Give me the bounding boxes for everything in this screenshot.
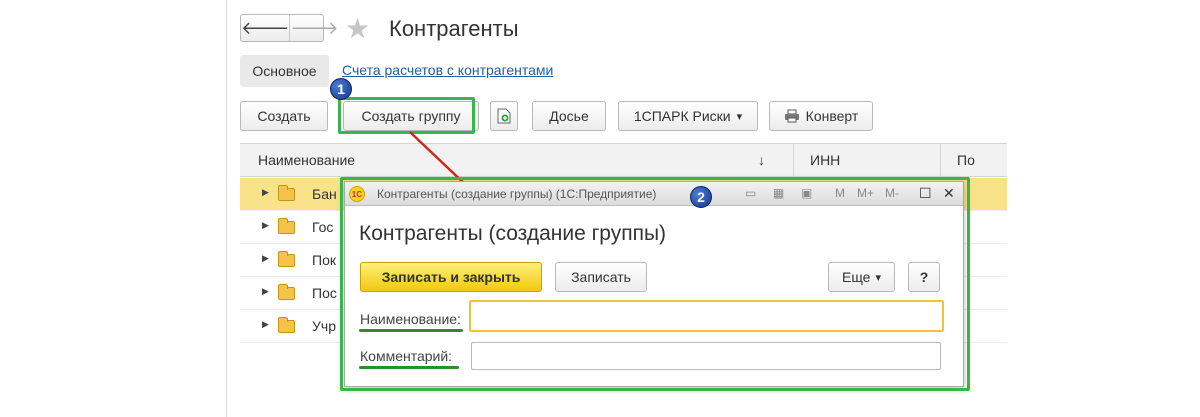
highlight-dialog <box>340 177 970 391</box>
step-badge-2: 2 <box>690 186 712 208</box>
